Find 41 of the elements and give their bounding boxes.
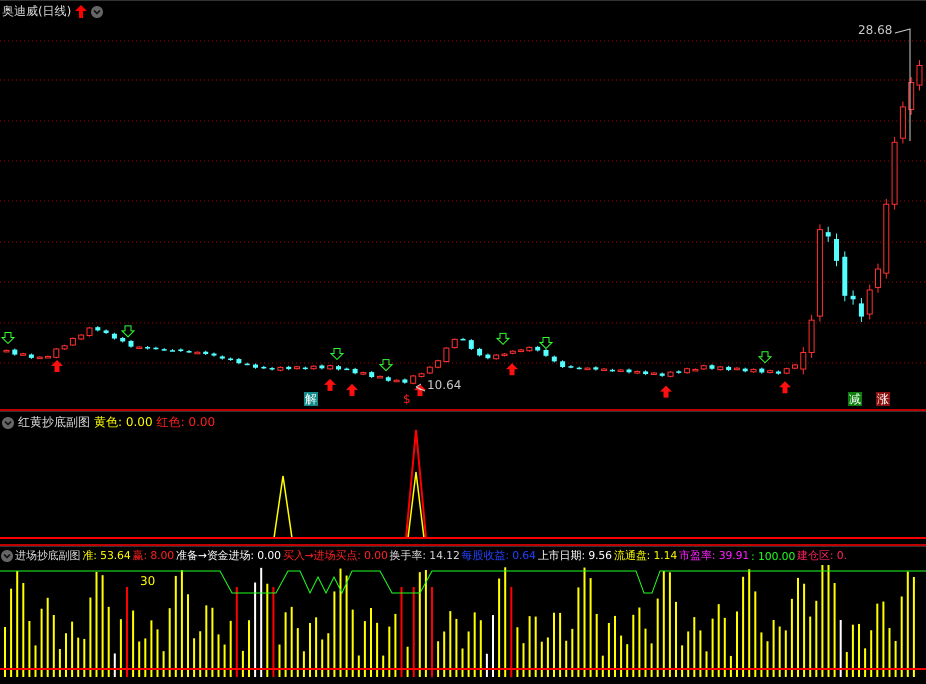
indicator-reading: : 100.00 <box>751 550 796 562</box>
indicator-reading: 准: 53.64 <box>82 549 131 563</box>
down-arrow-icon <box>330 348 344 360</box>
low-price-label: 10.64 <box>427 378 462 392</box>
panel-title: 进场抄底副图 <box>15 549 80 563</box>
indicator-reading: 赢: 8.00 <box>132 549 174 563</box>
up-arrow-icon <box>75 5 88 18</box>
indicator-reading: 黄色: 0.00 <box>94 414 153 431</box>
down-arrow-icon <box>0 332 16 344</box>
indicator-reading: 换手率: 14.12 <box>390 549 460 563</box>
up-arrow-icon <box>506 363 518 376</box>
dropdown-icon[interactable] <box>91 6 104 18</box>
down-arrow-icon <box>538 337 554 350</box>
down-arrow-icon <box>496 332 510 346</box>
panel-title: 红黄抄底副图 <box>18 414 90 431</box>
up-arrow-icon <box>324 378 336 391</box>
signal-badge: 涨 <box>876 392 890 406</box>
down-arrow-icon <box>758 351 772 364</box>
indicator-reading: 准备→资金进场: 0.00 <box>176 549 281 563</box>
down-arrow-icon <box>378 359 394 372</box>
dropdown-icon[interactable] <box>2 416 14 428</box>
high-price-label: 28.68 <box>858 23 892 37</box>
up-arrow-icon <box>779 381 791 394</box>
indicator-reading: 每股收益: 0.64 <box>462 549 536 563</box>
up-arrow-icon <box>660 386 672 398</box>
indicator-reading: 红色: 0.00 <box>156 414 216 431</box>
signal-badge: 解 <box>304 392 318 406</box>
down-arrow-icon <box>120 325 136 338</box>
level-label: 30 <box>140 574 156 588</box>
indicator-reading: 上市日期: 9.56 <box>538 549 612 563</box>
stock-title: 奥迪威(日线) <box>2 3 72 20</box>
indicator-reading: 建仓区: 0. <box>797 549 847 563</box>
indicator-reading: 流通盘: 1.14 <box>614 549 678 563</box>
indicator-reading: 市盈率: 39.91 <box>679 549 750 563</box>
signal-mark: $ <box>402 392 412 406</box>
up-arrow-icon <box>51 360 63 372</box>
up-arrow-icon <box>346 384 358 396</box>
signal-badge: 减 <box>848 392 862 406</box>
up-arrow-icon <box>414 384 426 396</box>
dropdown-icon[interactable] <box>1 550 13 562</box>
indicator-reading: 买入→进场买点: 0.00 <box>282 549 388 563</box>
